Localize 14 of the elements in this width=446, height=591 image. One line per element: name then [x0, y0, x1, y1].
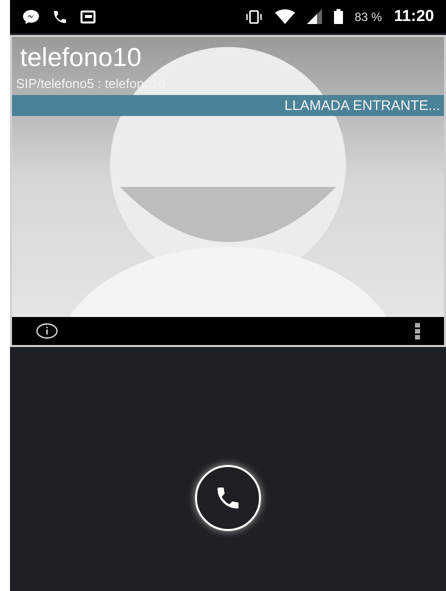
wifi-icon [274, 9, 295, 24]
chat-bubble-icon [22, 8, 40, 24]
voicemail-card-icon [80, 8, 96, 24]
call-state-label: LLAMADA ENTRANTE... [284, 96, 440, 115]
answer-call-button[interactable] [195, 465, 261, 531]
battery-icon [334, 9, 343, 24]
battery-percent: 83 % [354, 8, 382, 26]
signal-icon [306, 9, 322, 24]
info-icon[interactable] [36, 323, 58, 339]
clock: 11:20 [394, 6, 434, 26]
caller-name: telefono10 [19, 41, 142, 73]
phone-icon [52, 8, 68, 24]
overflow-menu-icon[interactable] [415, 322, 420, 340]
vibrate-icon [244, 10, 263, 24]
